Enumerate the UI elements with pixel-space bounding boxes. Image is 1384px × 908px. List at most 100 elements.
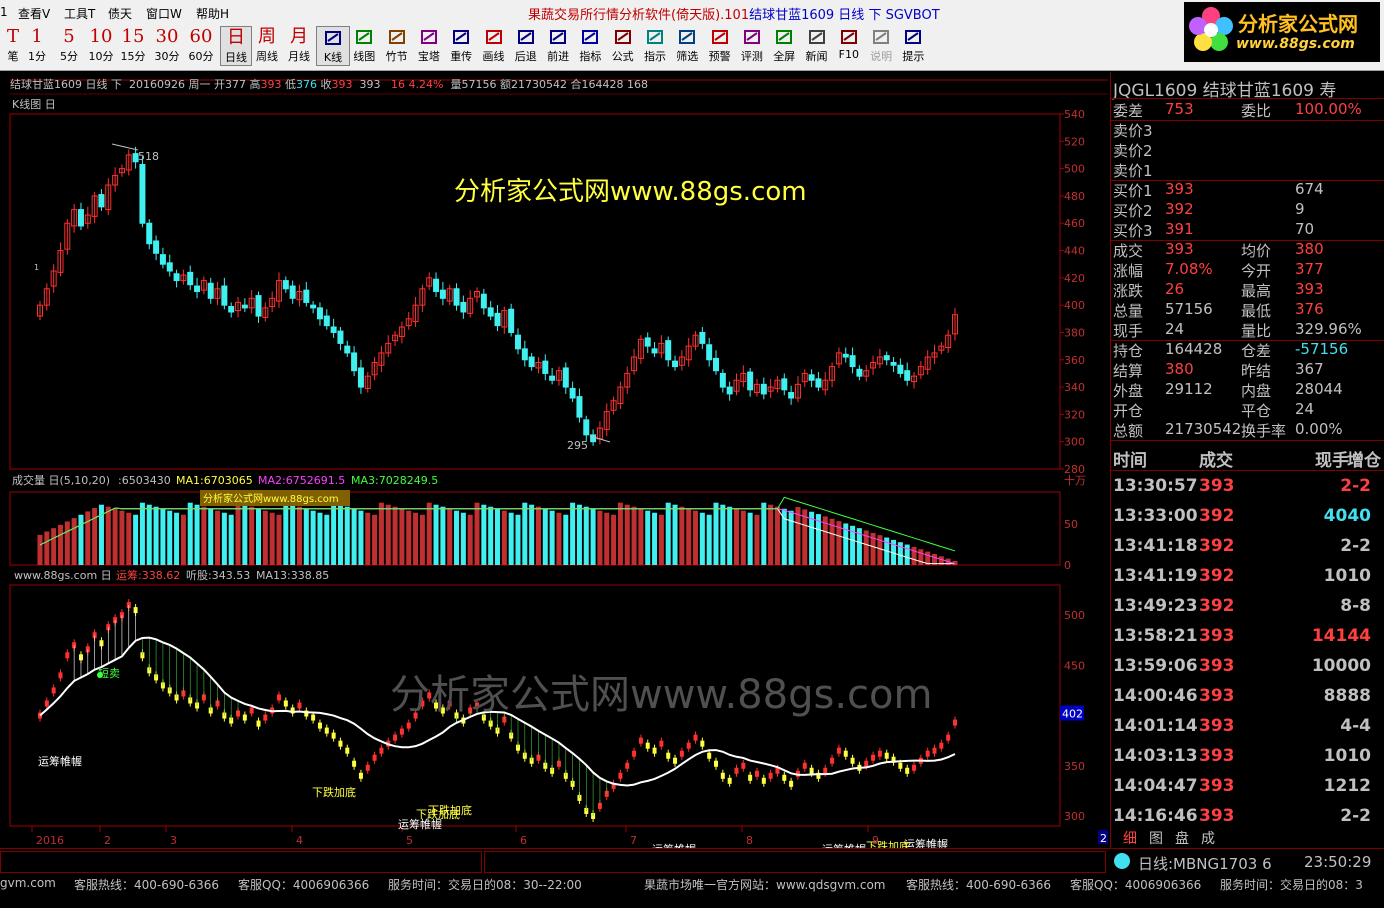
indicator-candle[interactable] — [714, 760, 719, 767]
kline-candle[interactable] — [672, 360, 679, 368]
tool-button-5[interactable]: 画线 — [478, 26, 510, 64]
tool-button-8[interactable]: 指标 — [574, 26, 606, 64]
menu-item-tools[interactable]: 工具T — [64, 5, 95, 22]
kline-candle[interactable] — [781, 378, 788, 391]
period-button-4[interactable]: 15 15分 — [118, 26, 148, 64]
indicator-candle[interactable] — [659, 740, 664, 747]
volume-bar[interactable] — [235, 502, 241, 565]
volume-bar[interactable] — [733, 508, 739, 565]
indicator-candle[interactable] — [58, 672, 63, 679]
volume-bar[interactable] — [337, 504, 343, 565]
tool-button-4[interactable]: 重传 — [445, 26, 477, 64]
kline-candle[interactable] — [842, 353, 849, 358]
indicator-candle[interactable] — [249, 707, 254, 714]
volume-bar[interactable] — [372, 514, 378, 565]
volume-bar[interactable] — [679, 506, 685, 565]
volume-bar[interactable] — [549, 510, 555, 565]
indicator-candle[interactable] — [850, 757, 855, 764]
kline-candle[interactable] — [173, 273, 180, 282]
indicator-candle[interactable] — [365, 764, 370, 771]
volume-bar[interactable] — [133, 514, 139, 565]
kline-candle[interactable] — [849, 355, 856, 368]
kline-candle[interactable] — [576, 396, 583, 418]
volume-bar[interactable] — [501, 510, 507, 565]
volume-bar[interactable] — [781, 508, 787, 565]
kline-candle[interactable] — [351, 352, 358, 372]
indicator-candle[interactable] — [242, 714, 247, 721]
indicator-candle[interactable] — [393, 734, 398, 741]
kline-candle[interactable] — [310, 304, 317, 309]
indicator-candle[interactable] — [686, 742, 691, 749]
period-button-5[interactable]: 30 30分 — [152, 26, 182, 64]
tool-button-10[interactable]: 指示 — [639, 26, 671, 64]
indicator-candle[interactable] — [946, 734, 951, 741]
kline-candle[interactable] — [644, 337, 651, 347]
tool-button-14[interactable]: 全屏 — [768, 26, 800, 64]
kline-candle[interactable] — [815, 378, 822, 388]
indicator-candle[interactable] — [311, 714, 316, 721]
tool-button-13[interactable]: 评测 — [736, 26, 768, 64]
kline-candle[interactable] — [726, 386, 733, 395]
volume-bar[interactable] — [740, 510, 746, 565]
period-button-6[interactable]: 60 60分 — [186, 26, 216, 64]
volume-bar[interactable] — [139, 502, 145, 565]
indicator-candle[interactable] — [836, 747, 841, 754]
kline-candle[interactable] — [187, 271, 194, 286]
indicator-candle[interactable] — [768, 772, 773, 779]
volume-bar[interactable] — [768, 504, 774, 565]
kline-candle[interactable] — [883, 355, 890, 361]
indicator-candle[interactable] — [297, 702, 302, 709]
period-button-8[interactable]: 周周线 — [252, 26, 282, 64]
indicator-candle[interactable] — [638, 737, 643, 744]
volume-bar[interactable] — [37, 534, 43, 565]
kline-candle[interactable] — [904, 370, 911, 381]
indicator-candle[interactable] — [65, 652, 70, 659]
kline-candle[interactable] — [665, 340, 672, 361]
volume-bar[interactable] — [57, 524, 63, 565]
volume-bar[interactable] — [413, 512, 419, 565]
volume-bar[interactable] — [481, 504, 487, 565]
volume-bar[interactable] — [51, 528, 57, 565]
volume-bar[interactable] — [542, 508, 548, 565]
indicator-candle[interactable] — [734, 767, 739, 774]
kline-candle[interactable] — [890, 362, 897, 366]
volume-bar[interactable] — [201, 506, 207, 565]
volume-bar[interactable] — [358, 510, 364, 565]
tool-button-9[interactable]: 公式 — [607, 26, 639, 64]
volume-bar[interactable] — [433, 504, 439, 565]
kline-candle[interactable] — [808, 374, 815, 381]
indicator-candle[interactable] — [905, 767, 910, 774]
volume-bar[interactable] — [71, 518, 77, 565]
volume-bar[interactable] — [146, 504, 152, 565]
period-button-3[interactable]: 10 10分 — [86, 26, 116, 64]
volume-bar[interactable] — [522, 502, 528, 565]
volume-bar[interactable] — [194, 504, 200, 565]
indicator-candle[interactable] — [51, 687, 56, 694]
kline-candle[interactable] — [480, 293, 487, 309]
indicator-candle[interactable] — [399, 728, 404, 735]
kline-candle[interactable] — [241, 304, 248, 309]
kline-candle[interactable] — [166, 262, 173, 272]
kline-candle[interactable] — [330, 326, 337, 333]
indicator-candle[interactable] — [256, 720, 261, 727]
kline-candle[interactable] — [542, 360, 549, 374]
kline-candle[interactable] — [98, 194, 105, 208]
kline-candle[interactable] — [583, 419, 590, 436]
tool-button-7[interactable]: 前进 — [542, 26, 574, 64]
volume-bar[interactable] — [160, 508, 166, 565]
volume-bar[interactable] — [474, 502, 480, 565]
indicator-candle[interactable] — [830, 757, 835, 764]
kline-candle[interactable] — [897, 364, 904, 374]
volume-bar[interactable] — [652, 512, 658, 565]
volume-bar[interactable] — [119, 510, 125, 565]
tool-button-1[interactable]: 线图 — [348, 26, 380, 64]
volume-bar[interactable] — [269, 512, 275, 565]
indicator-candle[interactable] — [358, 772, 363, 779]
indicator-candle[interactable] — [632, 750, 637, 757]
volume-bar[interactable] — [535, 506, 541, 565]
volume-bar[interactable] — [290, 504, 296, 565]
volume-bar[interactable] — [508, 512, 514, 565]
kline-candle[interactable] — [282, 280, 289, 290]
volume-bar[interactable] — [645, 510, 651, 565]
volume-bar[interactable] — [529, 504, 535, 565]
